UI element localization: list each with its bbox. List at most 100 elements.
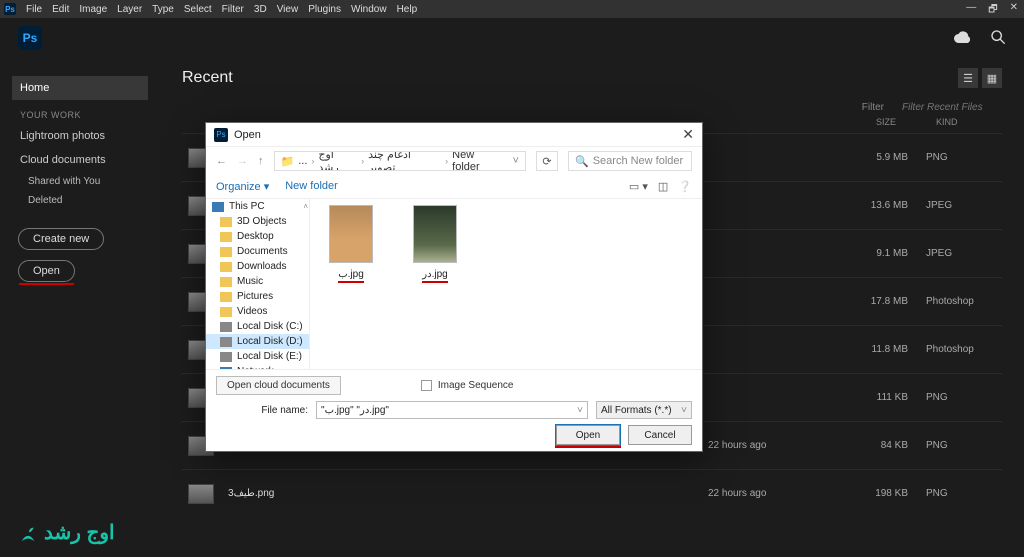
folder-icon	[220, 307, 232, 317]
refresh-button[interactable]: ⟳	[536, 151, 558, 171]
restore-button[interactable]: 🗗	[988, 2, 997, 19]
menu-edit[interactable]: Edit	[52, 4, 69, 15]
tree-item[interactable]: Music	[206, 274, 309, 289]
window-controls: — 🗗 ✕	[966, 2, 1018, 19]
tree-item[interactable]: Local Disk (C:)	[206, 319, 309, 334]
menu-select[interactable]: Select	[184, 4, 212, 15]
file-size: 5.9 MB	[848, 152, 908, 163]
recent-row[interactable]: طیف3.png 22 hours ago 198 KB PNG	[182, 469, 1002, 517]
drive-icon	[220, 337, 232, 347]
tree-item[interactable]: Downloads	[206, 259, 309, 274]
file-kind: PNG	[926, 392, 996, 403]
dialog-toolbar: Organize ▾ New folder ▭ ▾ ◫ ❔	[206, 175, 702, 199]
sidebar-cloud-docs[interactable]: Cloud documents	[12, 148, 148, 172]
ps-badge-icon: Ps	[4, 3, 16, 15]
file-thumbnail	[413, 205, 457, 263]
file-tile[interactable]: ب.jpg	[318, 205, 384, 283]
up-button[interactable]: ↑	[258, 155, 264, 167]
new-folder-button[interactable]: New folder	[285, 180, 338, 193]
file-kind: PNG	[926, 152, 996, 163]
search-icon[interactable]	[990, 29, 1006, 48]
forward-button[interactable]: →	[237, 155, 248, 167]
dialog-cancel-button[interactable]: Cancel	[628, 425, 692, 445]
filename-input[interactable]: "ب.jpg" "در.jpg"˅	[316, 401, 588, 419]
tree-item[interactable]: Documents	[206, 244, 309, 259]
menu-plugins[interactable]: Plugins	[308, 4, 341, 15]
file-size: 9.1 MB	[848, 248, 908, 259]
file-time: 22 hours ago	[708, 440, 848, 451]
organize-menu[interactable]: Organize ▾	[216, 180, 269, 193]
dialog-titlebar: Ps Open ✕	[206, 123, 702, 147]
sidebar: Home YOUR WORK Lightroom photos Cloud do…	[0, 58, 160, 557]
menu-file[interactable]: File	[26, 4, 42, 15]
folder-tree[interactable]: ˄ This PC3D ObjectsDesktopDocumentsDownl…	[206, 199, 310, 369]
menu-window[interactable]: Window	[351, 4, 387, 15]
scroll-up-icon: ˄	[303, 202, 308, 211]
view-mode-button[interactable]: ▭ ▾	[629, 180, 648, 193]
col-size[interactable]: SIZE	[866, 117, 896, 127]
close-button[interactable]: ✕	[1010, 2, 1018, 19]
file-size: 17.8 MB	[848, 296, 908, 307]
file-tile-name: در.jpg	[422, 269, 447, 283]
sidebar-deleted[interactable]: Deleted	[12, 191, 148, 210]
back-button[interactable]: ←	[216, 155, 227, 167]
menu-type[interactable]: Type	[152, 4, 174, 15]
recent-heading: Recent	[182, 69, 233, 87]
open-cloud-button[interactable]: Open cloud documents	[216, 376, 341, 395]
sidebar-shared[interactable]: Shared with You	[12, 172, 148, 191]
folder-icon	[220, 277, 232, 287]
image-sequence-label: Image Sequence	[438, 380, 514, 391]
list-view-toggle[interactable]: ☰	[958, 68, 978, 88]
tree-item[interactable]: 3D Objects	[206, 214, 309, 229]
sidebar-lightroom[interactable]: Lightroom photos	[12, 124, 148, 148]
menu-layer[interactable]: Layer	[117, 4, 142, 15]
dialog-close-button[interactable]: ✕	[682, 126, 694, 143]
file-time: 22 hours ago	[708, 488, 848, 499]
folder-icon	[220, 262, 232, 272]
grid-view-toggle[interactable]: ▦	[982, 68, 1002, 88]
sidebar-home[interactable]: Home	[12, 76, 148, 100]
dialog-open-button[interactable]: Open	[556, 425, 620, 445]
filter-label: Filter	[862, 102, 884, 113]
tree-item[interactable]: Videos	[206, 304, 309, 319]
filter-input[interactable]	[902, 102, 1002, 113]
app-logo: Ps	[18, 26, 42, 50]
file-kind: PNG	[926, 488, 996, 499]
file-thumbnail	[329, 205, 373, 263]
menu-image[interactable]: Image	[79, 4, 107, 15]
tree-item[interactable]: Network	[206, 364, 309, 369]
sidebar-section-label: YOUR WORK	[20, 110, 140, 120]
preview-pane-button[interactable]: ◫	[658, 180, 668, 193]
file-pane[interactable]: ب.jpg در.jpg	[310, 199, 702, 369]
tree-item[interactable]: This PC	[206, 199, 309, 214]
folder-icon	[220, 217, 232, 227]
file-size: 84 KB	[848, 440, 908, 451]
folder-icon	[220, 247, 232, 257]
create-new-button[interactable]: Create new	[18, 228, 104, 250]
open-button[interactable]: Open	[18, 260, 75, 282]
menu-3d[interactable]: 3D	[254, 4, 267, 15]
menu-filter[interactable]: Filter	[222, 4, 244, 15]
file-thumb	[188, 484, 214, 504]
breadcrumb[interactable]: 📁 ...› اوج رشد› ادغام چند تصویر› New fol…	[274, 151, 527, 171]
tree-item[interactable]: Local Disk (D:)	[206, 334, 309, 349]
tree-item[interactable]: Pictures	[206, 289, 309, 304]
dialog-search[interactable]: 🔍 Search New folder	[568, 151, 692, 171]
tree-item[interactable]: Local Disk (E:)	[206, 349, 309, 364]
col-kind[interactable]: KIND	[936, 117, 996, 127]
file-kind: Photoshop	[926, 344, 996, 355]
minimize-button[interactable]: —	[966, 2, 976, 19]
menu-view[interactable]: View	[277, 4, 299, 15]
file-size: 111 KB	[848, 392, 908, 403]
file-kind: Photoshop	[926, 296, 996, 307]
menu-bar[interactable]: Ps File Edit Image Layer Type Select Fil…	[0, 0, 1024, 18]
cloud-icon[interactable]	[954, 30, 972, 47]
file-tile[interactable]: در.jpg	[402, 205, 468, 283]
format-select[interactable]: All Formats (*.*)˅	[596, 401, 692, 419]
search-icon: 🔍	[575, 155, 589, 168]
image-sequence-checkbox[interactable]	[421, 380, 432, 391]
file-size: 11.8 MB	[848, 344, 908, 355]
help-icon[interactable]: ❔	[678, 180, 692, 193]
tree-item[interactable]: Desktop	[206, 229, 309, 244]
menu-help[interactable]: Help	[397, 4, 418, 15]
